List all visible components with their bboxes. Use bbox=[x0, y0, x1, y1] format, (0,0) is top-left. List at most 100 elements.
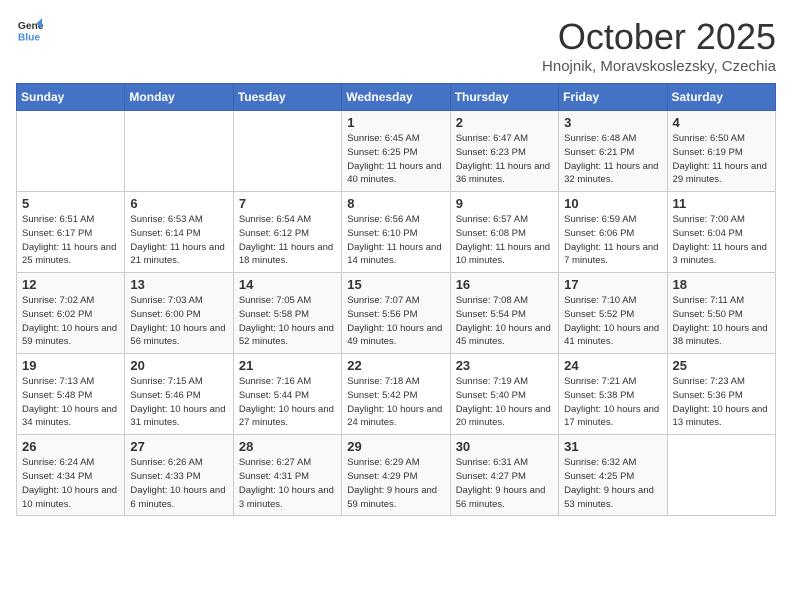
calendar-cell: 22 Sunrise: 7:18 AM Sunset: 5:42 PM Dayli… bbox=[342, 354, 450, 435]
page-header: General Blue October 2025 Hnojnik, Morav… bbox=[16, 16, 776, 75]
month-title: October 2025 bbox=[542, 16, 776, 58]
day-info: Sunrise: 6:53 AM Sunset: 6:14 PM Dayligh… bbox=[130, 213, 227, 268]
calendar-cell: 23 Sunrise: 7:19 AM Sunset: 5:40 PM Dayli… bbox=[450, 354, 558, 435]
calendar-cell: 14Sunrise: 7:05 AM Sunset: 5:58 PM Dayli… bbox=[233, 273, 341, 354]
day-info: Sunrise: 7:11 AM Sunset: 5:50 PM Dayligh… bbox=[673, 294, 770, 349]
calendar-cell: 16 Sunrise: 7:08 AM Sunset: 5:54 PM Dayli… bbox=[450, 273, 558, 354]
day-number: 18 bbox=[673, 277, 770, 292]
day-info: Sunrise: 7:15 AM Sunset: 5:46 PM Dayligh… bbox=[130, 375, 227, 430]
day-info: Sunrise: 6:45 AM Sunset: 6:25 PM Dayligh… bbox=[347, 132, 444, 187]
day-info: Sunrise: 7:13 AM Sunset: 5:48 PM Dayligh… bbox=[22, 375, 119, 430]
calendar-cell: 21Sunrise: 7:16 AM Sunset: 5:44 PM Dayli… bbox=[233, 354, 341, 435]
calendar-cell: 3 Sunrise: 6:48 AM Sunset: 6:21 PM Daylig… bbox=[559, 111, 667, 192]
calendar-week-1: 1 Sunrise: 6:45 AM Sunset: 6:25 PM Daylig… bbox=[17, 111, 776, 192]
calendar-cell: 24 Sunrise: 7:21 AM Sunset: 5:38 PM Dayli… bbox=[559, 354, 667, 435]
day-number: 23 bbox=[456, 358, 553, 373]
day-number: 4 bbox=[673, 115, 770, 130]
day-info: Sunrise: 7:07 AM Sunset: 5:56 PM Dayligh… bbox=[347, 294, 444, 349]
calendar-cell: 26 Sunrise: 6:24 AM Sunset: 4:34 PM Dayli… bbox=[17, 435, 125, 516]
day-number: 9 bbox=[456, 196, 553, 211]
day-info: Sunrise: 7:05 AM Sunset: 5:58 PM Dayligh… bbox=[239, 294, 336, 349]
weekday-header-friday: Friday bbox=[559, 84, 667, 111]
day-info: Sunrise: 7:00 AM Sunset: 6:04 PM Dayligh… bbox=[673, 213, 770, 268]
logo-icon: General Blue bbox=[16, 16, 44, 44]
day-number: 22 bbox=[347, 358, 444, 373]
day-info: Sunrise: 6:27 AM Sunset: 4:31 PM Dayligh… bbox=[239, 456, 336, 511]
day-number: 25 bbox=[673, 358, 770, 373]
day-number: 20 bbox=[130, 358, 227, 373]
calendar-cell: 18 Sunrise: 7:11 AM Sunset: 5:50 PM Dayli… bbox=[667, 273, 775, 354]
day-number: 19 bbox=[22, 358, 119, 373]
calendar-cell: 27Sunrise: 6:26 AM Sunset: 4:33 PM Dayli… bbox=[125, 435, 233, 516]
day-number: 21 bbox=[239, 358, 336, 373]
day-info: Sunrise: 6:32 AM Sunset: 4:25 PM Dayligh… bbox=[564, 456, 661, 511]
location: Hnojnik, Moravskoslezsky, Czechia bbox=[542, 58, 776, 75]
day-info: Sunrise: 6:54 AM Sunset: 6:12 PM Dayligh… bbox=[239, 213, 336, 268]
day-info: Sunrise: 7:02 AM Sunset: 6:02 PM Dayligh… bbox=[22, 294, 119, 349]
day-info: Sunrise: 6:48 AM Sunset: 6:21 PM Dayligh… bbox=[564, 132, 661, 187]
calendar-cell: 12 Sunrise: 7:02 AM Sunset: 6:02 PM Dayli… bbox=[17, 273, 125, 354]
day-info: Sunrise: 6:31 AM Sunset: 4:27 PM Dayligh… bbox=[456, 456, 553, 511]
day-info: Sunrise: 7:19 AM Sunset: 5:40 PM Dayligh… bbox=[456, 375, 553, 430]
calendar-cell: 31 Sunrise: 6:32 AM Sunset: 4:25 PM Dayli… bbox=[559, 435, 667, 516]
day-number: 3 bbox=[564, 115, 661, 130]
calendar-week-2: 5Sunrise: 6:51 AM Sunset: 6:17 PM Daylig… bbox=[17, 192, 776, 273]
day-number: 5 bbox=[22, 196, 119, 211]
calendar-body: 1 Sunrise: 6:45 AM Sunset: 6:25 PM Daylig… bbox=[17, 111, 776, 516]
calendar-cell: 17Sunrise: 7:10 AM Sunset: 5:52 PM Dayli… bbox=[559, 273, 667, 354]
logo: General Blue bbox=[16, 16, 44, 44]
calendar-cell: 19 Sunrise: 7:13 AM Sunset: 5:48 PM Dayli… bbox=[17, 354, 125, 435]
calendar-cell: 1 Sunrise: 6:45 AM Sunset: 6:25 PM Daylig… bbox=[342, 111, 450, 192]
day-number: 13 bbox=[130, 277, 227, 292]
day-number: 8 bbox=[347, 196, 444, 211]
weekday-header-tuesday: Tuesday bbox=[233, 84, 341, 111]
day-info: Sunrise: 7:08 AM Sunset: 5:54 PM Dayligh… bbox=[456, 294, 553, 349]
day-info: Sunrise: 6:24 AM Sunset: 4:34 PM Dayligh… bbox=[22, 456, 119, 511]
day-number: 2 bbox=[456, 115, 553, 130]
weekday-header-thursday: Thursday bbox=[450, 84, 558, 111]
weekday-header-sunday: Sunday bbox=[17, 84, 125, 111]
calendar-week-3: 12 Sunrise: 7:02 AM Sunset: 6:02 PM Dayli… bbox=[17, 273, 776, 354]
day-number: 1 bbox=[347, 115, 444, 130]
day-info: Sunrise: 6:59 AM Sunset: 6:06 PM Dayligh… bbox=[564, 213, 661, 268]
calendar-cell: 8 Sunrise: 6:56 AM Sunset: 6:10 PM Daylig… bbox=[342, 192, 450, 273]
calendar-cell: 10Sunrise: 6:59 AM Sunset: 6:06 PM Dayli… bbox=[559, 192, 667, 273]
calendar-cell: 30 Sunrise: 6:31 AM Sunset: 4:27 PM Dayli… bbox=[450, 435, 558, 516]
calendar-cell: 25 Sunrise: 7:23 AM Sunset: 5:36 PM Dayli… bbox=[667, 354, 775, 435]
weekday-header-saturday: Saturday bbox=[667, 84, 775, 111]
svg-text:Blue: Blue bbox=[18, 32, 41, 43]
day-info: Sunrise: 7:21 AM Sunset: 5:38 PM Dayligh… bbox=[564, 375, 661, 430]
calendar-cell: 29Sunrise: 6:29 AM Sunset: 4:29 PM Dayli… bbox=[342, 435, 450, 516]
calendar-cell: 28 Sunrise: 6:27 AM Sunset: 4:31 PM Dayli… bbox=[233, 435, 341, 516]
day-info: Sunrise: 6:50 AM Sunset: 6:19 PM Dayligh… bbox=[673, 132, 770, 187]
day-number: 30 bbox=[456, 439, 553, 454]
calendar-cell: 9 Sunrise: 6:57 AM Sunset: 6:08 PM Daylig… bbox=[450, 192, 558, 273]
day-info: Sunrise: 7:18 AM Sunset: 5:42 PM Dayligh… bbox=[347, 375, 444, 430]
day-number: 12 bbox=[22, 277, 119, 292]
calendar-cell: 5Sunrise: 6:51 AM Sunset: 6:17 PM Daylig… bbox=[17, 192, 125, 273]
calendar-cell bbox=[125, 111, 233, 192]
calendar-cell: 15Sunrise: 7:07 AM Sunset: 5:56 PM Dayli… bbox=[342, 273, 450, 354]
weekday-header-monday: Monday bbox=[125, 84, 233, 111]
calendar-header: SundayMondayTuesdayWednesdayThursdayFrid… bbox=[17, 84, 776, 111]
day-number: 26 bbox=[22, 439, 119, 454]
calendar-cell bbox=[233, 111, 341, 192]
day-info: Sunrise: 6:57 AM Sunset: 6:08 PM Dayligh… bbox=[456, 213, 553, 268]
day-number: 24 bbox=[564, 358, 661, 373]
day-number: 31 bbox=[564, 439, 661, 454]
calendar-cell: 6Sunrise: 6:53 AM Sunset: 6:14 PM Daylig… bbox=[125, 192, 233, 273]
day-number: 28 bbox=[239, 439, 336, 454]
calendar-cell bbox=[17, 111, 125, 192]
day-info: Sunrise: 6:29 AM Sunset: 4:29 PM Dayligh… bbox=[347, 456, 444, 511]
weekday-header-wednesday: Wednesday bbox=[342, 84, 450, 111]
day-number: 17 bbox=[564, 277, 661, 292]
calendar-table: SundayMondayTuesdayWednesdayThursdayFrid… bbox=[16, 83, 776, 516]
calendar-cell: 20 Sunrise: 7:15 AM Sunset: 5:46 PM Dayli… bbox=[125, 354, 233, 435]
calendar-cell: 7Sunrise: 6:54 AM Sunset: 6:12 PM Daylig… bbox=[233, 192, 341, 273]
day-info: Sunrise: 6:56 AM Sunset: 6:10 PM Dayligh… bbox=[347, 213, 444, 268]
day-number: 16 bbox=[456, 277, 553, 292]
day-number: 11 bbox=[673, 196, 770, 211]
calendar-cell bbox=[667, 435, 775, 516]
calendar-cell: 4 Sunrise: 6:50 AM Sunset: 6:19 PM Daylig… bbox=[667, 111, 775, 192]
day-info: Sunrise: 7:23 AM Sunset: 5:36 PM Dayligh… bbox=[673, 375, 770, 430]
